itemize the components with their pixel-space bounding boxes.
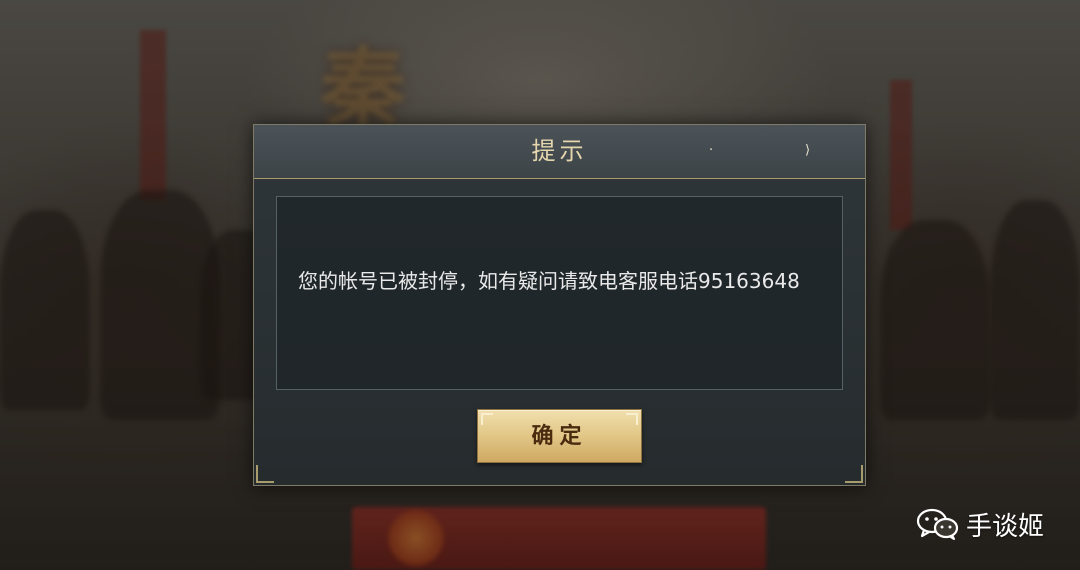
header-dot-icon: · <box>709 143 714 158</box>
notice-dialog: 提示 · ⟩ 您的帐号已被封停，如有疑问请致电客服电话95163648 确定 <box>253 124 866 486</box>
confirm-button[interactable]: 确定 <box>477 409 642 463</box>
ban-message: 您的帐号已被封停，如有疑问请致电客服电话95163648 <box>298 269 800 293</box>
confirm-button-label: 确定 <box>531 423 588 449</box>
corner-ornament-icon <box>845 465 863 483</box>
watermark-text: 手谈姬 <box>966 511 1045 542</box>
watermark: 手谈姬 <box>916 508 1045 542</box>
header-bracket-icon: ⟩ <box>805 143 811 158</box>
dialog-title: 提示 <box>531 137 588 165</box>
dialog-header: 提示 · ⟩ <box>254 125 865 179</box>
corner-ornament-icon <box>256 465 274 483</box>
wechat-icon <box>916 508 960 540</box>
